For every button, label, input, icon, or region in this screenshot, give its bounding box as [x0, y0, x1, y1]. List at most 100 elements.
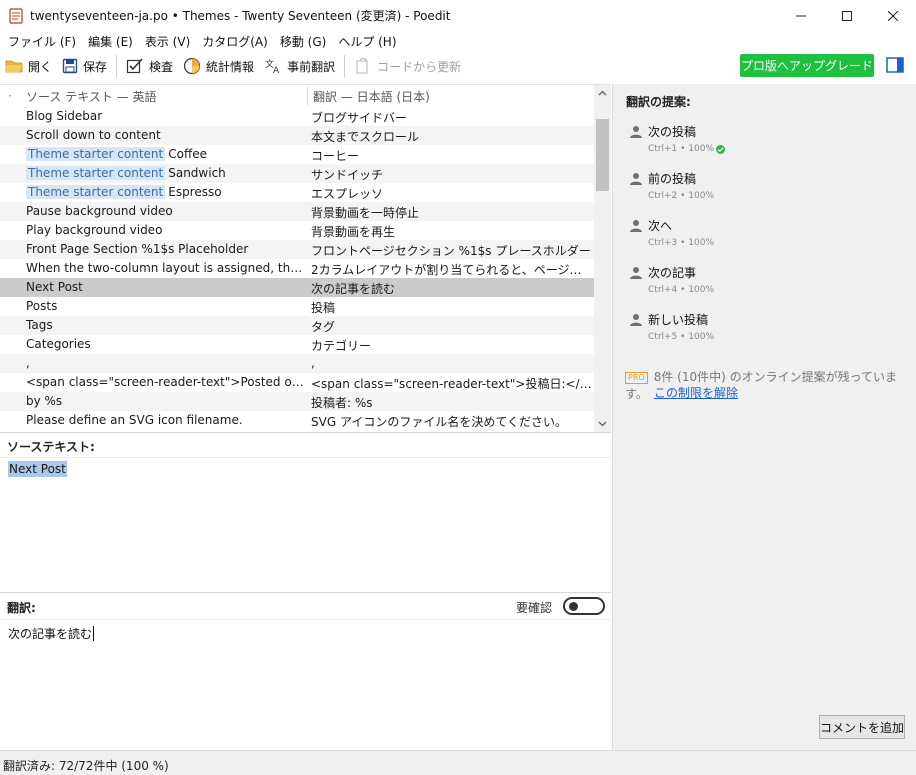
- context-tag: Theme starter content: [26, 185, 166, 199]
- scroll-up-icon[interactable]: [598, 89, 607, 98]
- menu-file[interactable]: ファイル (F): [2, 33, 82, 50]
- table-row[interactable]: Please define an SVG icon filename. SVG ア…: [0, 411, 594, 430]
- table-row[interactable]: Categories カテゴリー: [0, 335, 594, 354]
- needs-review-toggle[interactable]: [563, 597, 605, 615]
- close-button[interactable]: [870, 0, 916, 31]
- source-text: Play background video: [26, 223, 163, 237]
- source-cell: <span class="screen-reader-text">Posted …: [26, 375, 306, 389]
- source-column-header[interactable]: ソース テキスト — 英語: [26, 88, 156, 105]
- scroll-down-icon[interactable]: [598, 419, 607, 428]
- toolbar: 開く 保存 検査 統計情報 文 A 事前翻訳 コードから更新 プロ版へアップグレ…: [0, 52, 916, 80]
- toolbar-separator: [116, 55, 118, 77]
- suggestion-shortcut: Ctrl+5 • 100%: [648, 332, 715, 342]
- suggestion-shortcut: Ctrl+2 • 100%: [648, 191, 715, 201]
- add-comment-button[interactable]: コメントを追加: [819, 715, 905, 739]
- table-row[interactable]: Blog Sidebar ブログサイドバー: [0, 107, 594, 126]
- maximize-icon: [842, 10, 852, 21]
- save-button[interactable]: 保存: [57, 54, 112, 78]
- table-row[interactable]: Theme starter content Coffee コーヒー: [0, 145, 594, 164]
- menu-catalog[interactable]: カタログ(A): [196, 33, 274, 50]
- source-text: Front Page Section %1$s Placeholder: [26, 242, 249, 256]
- validate-label: 検査: [149, 59, 174, 74]
- translation-cell: 投稿: [311, 301, 336, 315]
- pane-divider[interactable]: [0, 432, 611, 433]
- window-title: twentyseventeen-ja.po • Themes - Twenty …: [30, 9, 451, 23]
- stats-button[interactable]: 統計情報: [178, 54, 259, 78]
- pretranslate-button[interactable]: 文 A 事前翻訳: [259, 54, 340, 78]
- source-text: Scroll down to content: [26, 128, 161, 142]
- list-scrollbar[interactable]: [594, 85, 611, 433]
- pie-chart-icon: [183, 57, 201, 75]
- source-cell: Theme starter content Sandwich: [26, 166, 306, 180]
- suggestion-item[interactable]: 次の投稿 Ctrl+1 • 100%: [629, 121, 899, 161]
- suggestion-text: 次の投稿: [648, 125, 697, 139]
- table-row[interactable]: Theme starter content Espresso エスプレッソ: [0, 183, 594, 202]
- source-text: by %s: [26, 394, 63, 408]
- source-cell: Please define an SVG icon filename.: [26, 413, 306, 427]
- translation-header-divider: [0, 619, 611, 620]
- table-row[interactable]: Next Post 次の記事を読む: [0, 278, 594, 297]
- table-row[interactable]: Posts 投稿: [0, 297, 594, 316]
- poedit-app-icon: [9, 7, 23, 24]
- context-tag: Theme starter content: [26, 166, 166, 180]
- person-icon: [630, 267, 642, 279]
- table-row[interactable]: Pause background video 背景動画を一時停止: [0, 202, 594, 221]
- table-row[interactable]: Tags タグ: [0, 316, 594, 335]
- translation-input[interactable]: 次の記事を読む: [8, 625, 95, 642]
- source-cell: Pause background video: [26, 204, 306, 218]
- minimize-button[interactable]: [778, 0, 824, 31]
- table-row[interactable]: Play background video 背景動画を再生: [0, 221, 594, 240]
- pro-badge: PRO: [625, 372, 648, 384]
- scrollbar-thumb[interactable]: [596, 119, 609, 191]
- source-cell: Next Post: [26, 280, 306, 294]
- translation-cell: 2カラムレイアウトが割り当てられると、ページタイトルが一方...: [311, 263, 593, 277]
- menu-go[interactable]: 移動 (G): [274, 33, 332, 50]
- source-cell: Blog Sidebar: [26, 109, 306, 123]
- translation-column-header[interactable]: 翻訳 — 日本語 (日本): [313, 88, 430, 105]
- source-cell: ,: [26, 356, 306, 370]
- pane-divider[interactable]: [0, 592, 611, 593]
- table-row[interactable]: When the two-column layout is assigned, …: [0, 259, 594, 278]
- source-text: Coffee: [168, 147, 207, 161]
- translation-cell: SVG アイコンのファイル名を決めてください。: [311, 415, 567, 429]
- remove-limit-link[interactable]: この制限を解除: [654, 384, 738, 401]
- sidebar-toggle-icon[interactable]: [886, 57, 904, 73]
- source-text-label: ソーステキスト:: [7, 440, 95, 454]
- upgrade-pro-button[interactable]: プロ版へアップグレード: [740, 54, 874, 77]
- menu-edit[interactable]: 編集 (E): [82, 33, 139, 50]
- validate-button[interactable]: 検査: [121, 54, 178, 78]
- source-text-display[interactable]: Next Post: [8, 461, 67, 477]
- table-row[interactable]: Front Page Section %1$s Placeholder フロントペ…: [0, 240, 594, 259]
- column-divider[interactable]: [307, 87, 308, 105]
- suggestion-shortcut: Ctrl+4 • 100%: [648, 285, 715, 295]
- suggestion-text: 次へ: [648, 219, 673, 233]
- source-cell: Front Page Section %1$s Placeholder: [26, 242, 306, 256]
- table-row[interactable]: Scroll down to content 本文までスクロール: [0, 126, 594, 145]
- save-icon: [62, 58, 78, 74]
- source-cell: Play background video: [26, 223, 306, 237]
- open-label: 開く: [28, 59, 53, 74]
- table-row[interactable]: ,,: [0, 354, 594, 373]
- translation-cell: 背景動画を一時停止: [311, 206, 420, 220]
- list-header-flag-column[interactable]: ·: [0, 89, 20, 103]
- maximize-button[interactable]: [824, 0, 870, 31]
- suggestion-item[interactable]: 次へ Ctrl+3 • 100%: [629, 215, 899, 255]
- suggestion-meta: Ctrl+3 • 100%: [648, 238, 714, 248]
- source-cell: Theme starter content Coffee: [26, 147, 306, 161]
- suggestion-item[interactable]: 前の投稿 Ctrl+2 • 100%: [629, 168, 899, 208]
- translation-cell: <span class="screen-reader-text">投稿日:</s…: [311, 377, 593, 391]
- translation-cell: 投稿者: %s: [311, 396, 373, 410]
- update-from-code-button[interactable]: コードから更新: [349, 54, 466, 78]
- suggestion-item[interactable]: 新しい投稿 Ctrl+5 • 100%: [629, 309, 899, 349]
- table-row[interactable]: by %s 投稿者: %s: [0, 392, 594, 411]
- source-cell: When the two-column layout is assigned, …: [26, 261, 306, 275]
- table-row[interactable]: Theme starter content Sandwich サンドイッチ: [0, 164, 594, 183]
- source-cell: Scroll down to content: [26, 128, 306, 142]
- suggestion-item[interactable]: 次の記事 Ctrl+4 • 100%: [629, 262, 899, 302]
- menu-help[interactable]: ヘルプ (H): [332, 33, 402, 50]
- list-rows: Blog Sidebar ブログサイドバー Scroll down to conte…: [0, 107, 594, 430]
- menu-view[interactable]: 表示 (V): [139, 33, 196, 50]
- table-row[interactable]: <span class="screen-reader-text">Posted …: [0, 373, 594, 392]
- open-button[interactable]: 開く: [0, 54, 57, 78]
- stats-label: 統計情報: [206, 59, 255, 74]
